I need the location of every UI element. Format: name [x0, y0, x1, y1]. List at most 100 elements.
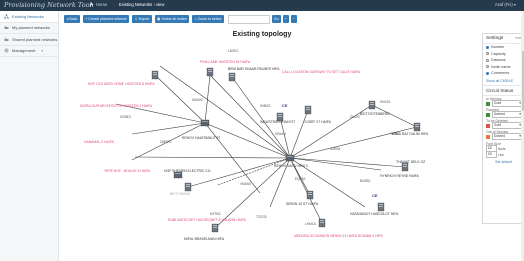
- router-icon[interactable]: [285, 154, 295, 162]
- plus-icon: +: [85, 17, 88, 21]
- link[interactable]: [289, 109, 309, 159]
- node-label[interactable]: YOSEF 27 HAIFA: [304, 120, 332, 124]
- show-all-link[interactable]: Show all CMS/LE: [483, 77, 524, 85]
- zoom-in-button[interactable]: +: [282, 15, 289, 23]
- node-label[interactable]: DIORA OUR ARCHITECTS HASSTEN 1 HAIFA: [80, 104, 153, 108]
- network-icon: [4, 14, 9, 19]
- link-tag[interactable]: MTRS2: [210, 212, 221, 216]
- topology-links: [115, 65, 418, 229]
- line-style-select[interactable]: Dashed: [492, 133, 523, 140]
- export-button[interactable]: ⇩ Export: [132, 15, 152, 23]
- node-label[interactable]: RUBI MATECHET HACHEQNET 8 VOLANN HAIFA: [168, 218, 247, 222]
- topology-graph[interactable]: LDSE2 MDA53 KNBS3 ZHDS7 HNX31 TIKR4 KGBE…: [60, 35, 480, 259]
- circuit-status-title: Circuit Status: [483, 84, 524, 96]
- link-tag[interactable]: KNBS3: [260, 104, 271, 108]
- color-swatch[interactable]: [486, 112, 490, 117]
- back-button[interactable]: ◂ Back: [64, 15, 80, 23]
- server-icon[interactable]: [401, 162, 409, 172]
- create-planned-network-button[interactable]: + Create planned network: [82, 15, 130, 23]
- node-label[interactable]: NOF OLD AKED HOME HASSTEN 8 HAIFA: [88, 82, 155, 86]
- color-swatch[interactable]: [486, 101, 490, 106]
- zoom-to-select-button[interactable]: ⌕ Zoom to select: [192, 15, 224, 23]
- line-style-select[interactable]: Solid: [492, 100, 523, 107]
- link-tag[interactable]: VMAS5: [240, 182, 251, 186]
- node-label[interactable]: SIRKIN 10 ST HAIFA: [286, 202, 319, 206]
- server-icon[interactable]: [184, 182, 192, 192]
- node-label[interactable]: INDUSTRIES KHAYOT: [260, 120, 295, 124]
- zoom-in-icon: +: [284, 17, 287, 21]
- sidebar-item-management[interactable]: Management ▾: [0, 46, 58, 57]
- node-label[interactable]: PINKL AME HASSTEN 54 HAIFA: [200, 60, 251, 64]
- link[interactable]: [371, 104, 418, 128]
- line-style-select[interactable]: Dashed: [492, 111, 523, 118]
- link-tag[interactable]: OMSR0: [160, 140, 172, 144]
- link-tag[interactable]: SUEB4: [330, 147, 341, 151]
- link-tag[interactable]: LDSE2: [228, 49, 238, 53]
- node-label[interactable]: BENI BAR SHAAR PALMER HIFA: [228, 67, 280, 71]
- node-label[interactable]: HANAMAL 2 HAIFA: [84, 140, 115, 144]
- link-tag[interactable]: EQFA9: [295, 177, 306, 181]
- node-label[interactable]: MENORA DO AVANON SIRKIN 13 HAIFA DGANIM …: [294, 234, 383, 238]
- link-tag[interactable]: TZOC8: [256, 215, 267, 219]
- link-tag[interactable]: LHMC5: [305, 222, 316, 226]
- node-label[interactable]: HOF SHEMEN ELECTRIC CO.: [164, 169, 211, 173]
- export-icon: ⇩: [134, 17, 138, 21]
- select-all-nodes-button[interactable]: ▣ Select all nodes: [154, 15, 190, 23]
- app-logo[interactable]: Provisioning Network Tool: [4, 1, 92, 9]
- link-tag[interactable]: HNX31: [380, 100, 391, 104]
- router-icon[interactable]: [200, 119, 210, 127]
- server-icon[interactable]: [206, 67, 214, 77]
- node-label[interactable]: MIFAL BRASELMAN HIFA: [184, 237, 225, 241]
- node-label[interactable]: THAWAT DELK OZ: [396, 160, 425, 164]
- link-tag[interactable]: BUSB2: [360, 179, 371, 183]
- radio-icon: [486, 58, 489, 62]
- home-icon[interactable]: [89, 2, 94, 7]
- node-label[interactable]: REHOV HAATSMAUT 57: [182, 136, 220, 140]
- sidebar-item-existing-networks[interactable]: Existing Networks: [0, 11, 58, 23]
- link-tag[interactable]: GRAH1: [275, 132, 286, 136]
- scrollbar-thumb[interactable]: [521, 51, 524, 111]
- link-tag[interactable]: MDA53: [192, 98, 203, 102]
- link[interactable]: [204, 74, 211, 124]
- color-swatch[interactable]: [486, 134, 490, 139]
- go-button[interactable]: Go: [271, 15, 281, 23]
- link[interactable]: [217, 157, 291, 186]
- zoom-out-icon: −: [292, 17, 295, 21]
- line-style-select[interactable]: Solid: [492, 122, 523, 129]
- server-icon[interactable]: [368, 100, 376, 110]
- server-icon[interactable]: [228, 72, 236, 82]
- gear-icon: [4, 48, 9, 53]
- node-label[interactable]: CALL LOCATION GATEWAY TO SET CALIS HAIFA: [282, 70, 361, 74]
- topology-nodes: [151, 67, 421, 233]
- link-tag[interactable]: KGBE3: [120, 115, 131, 119]
- sidebar: Existing Networks My planned networks Sh…: [0, 11, 59, 261]
- color-swatch[interactable]: [486, 123, 490, 128]
- link-font-size-select[interactable]: 10: [486, 151, 497, 158]
- server-icon[interactable]: [377, 202, 385, 212]
- server-icon[interactable]: [211, 223, 219, 233]
- radio-icon: [486, 52, 489, 56]
- server-icon[interactable]: [318, 218, 326, 228]
- search-input[interactable]: [227, 14, 270, 24]
- node-label[interactable]: REHOV NATIV HEN 3: [274, 164, 308, 168]
- node-label[interactable]: ESED BAT DALIM HIFA: [392, 132, 429, 136]
- zoom-out-button[interactable]: −: [290, 15, 297, 23]
- chevron-down-icon: ▾: [41, 48, 44, 53]
- node-label[interactable]: BEIT HASAN: [170, 192, 191, 196]
- breadcrumb-home[interactable]: Home: [96, 2, 107, 7]
- server-icon[interactable]: [151, 70, 159, 80]
- node-label[interactable]: BEIT ROTENBERG: [360, 112, 390, 116]
- node-label[interactable]: YEFE NOF - BIYALIK 5 HAIFA: [104, 169, 151, 173]
- radio-icon: [486, 71, 489, 75]
- user-menu[interactable]: Asaf (Fix) ▾: [495, 2, 516, 7]
- server-icon[interactable]: [304, 105, 312, 115]
- link[interactable]: [159, 65, 291, 159]
- set-default-link[interactable]: Set default: [483, 158, 524, 166]
- sidebar-item-label: Management: [12, 48, 36, 54]
- server-icon[interactable]: [413, 122, 421, 132]
- node-label[interactable]: HATAHANOT HASDOLOT HIFA: [350, 212, 399, 216]
- server-icon[interactable]: [306, 190, 314, 200]
- link[interactable]: [134, 156, 291, 159]
- link-font-label: Link: [498, 152, 504, 157]
- node-label[interactable]: HYNRICH HEYNE HAIFA: [380, 174, 420, 178]
